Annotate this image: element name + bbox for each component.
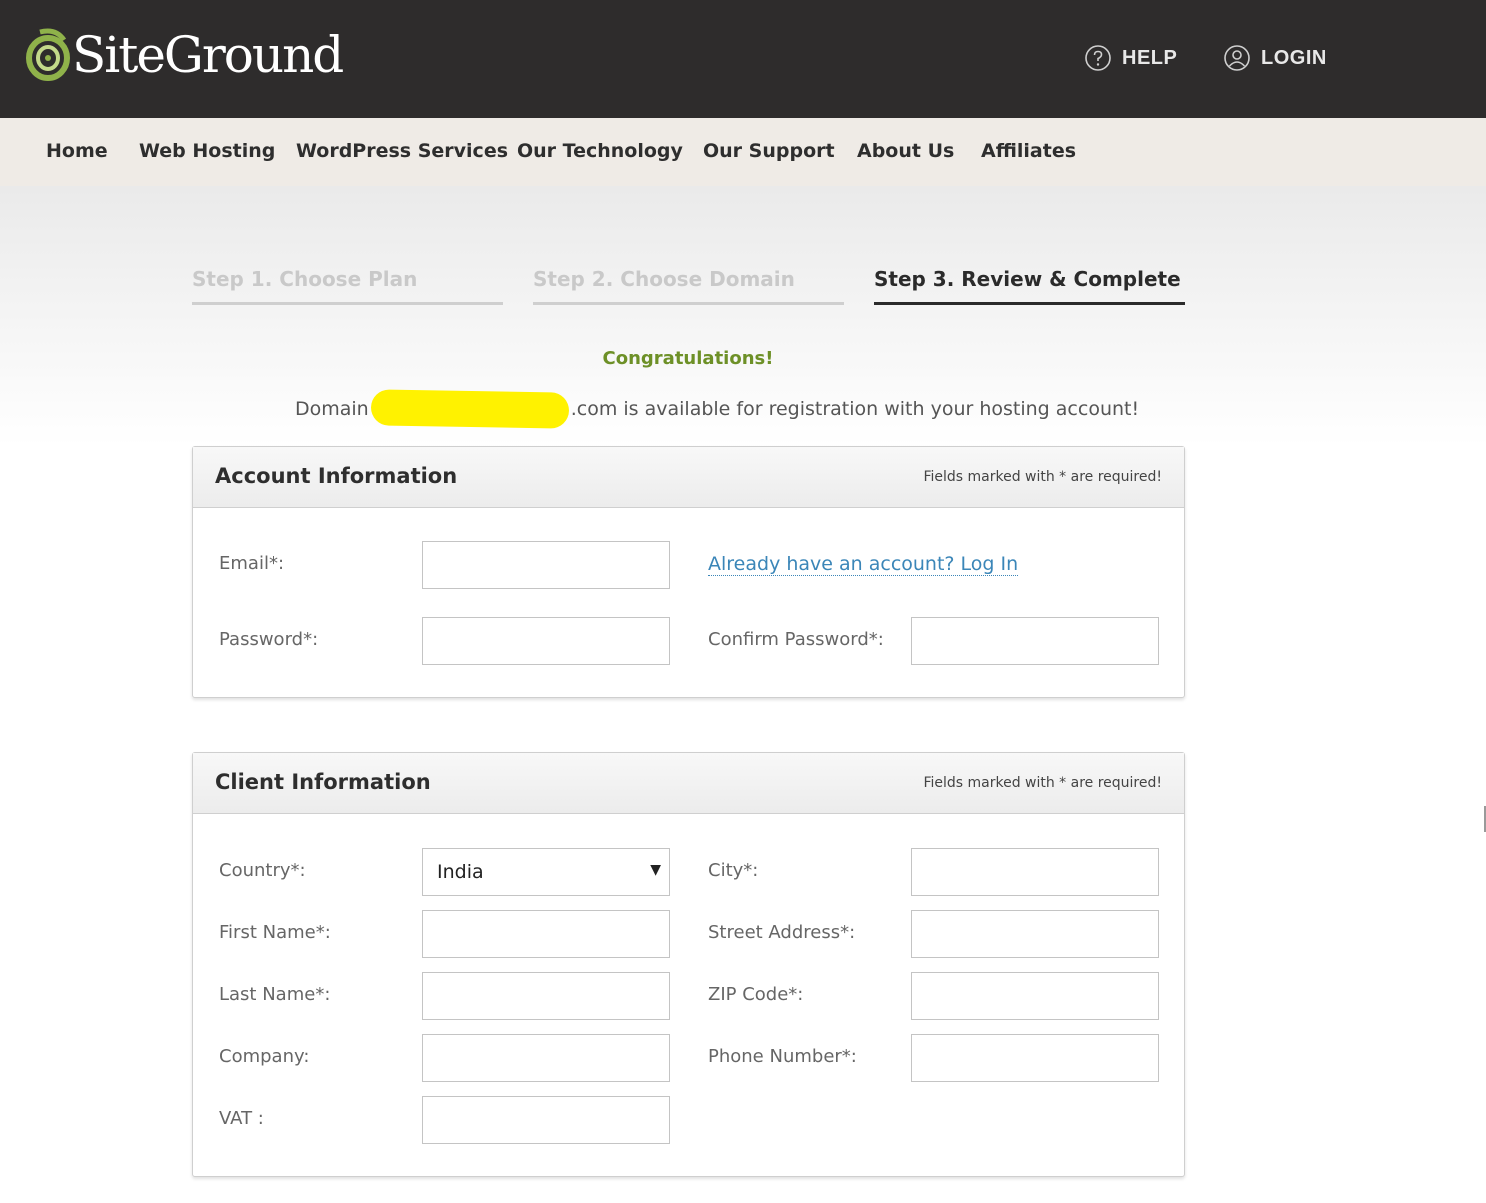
nav-item-about-us[interactable]: About Us — [857, 140, 954, 162]
nav-item-affiliates[interactable]: Affiliates — [981, 140, 1076, 162]
account-information-panel: Account Information Fields marked with *… — [192, 446, 1185, 698]
domain-suffix: .com is available for registration with … — [570, 398, 1140, 420]
first-name-label: First Name*: — [219, 922, 331, 943]
required-note: Fields marked with * are required! — [923, 775, 1162, 791]
nav-item-web-hosting[interactable]: Web Hosting — [139, 140, 275, 162]
first-name-field[interactable] — [422, 910, 670, 958]
panel-header: Account Information Fields marked with *… — [193, 447, 1184, 508]
email-field[interactable] — [422, 541, 670, 589]
zip-code-label: ZIP Code*: — [708, 984, 804, 1005]
last-name-label: Last Name*: — [219, 984, 331, 1005]
panel-title: Client Information — [215, 770, 431, 794]
nav-item-our-technology[interactable]: Our Technology — [517, 140, 683, 162]
domain-prefix: Domain — [295, 398, 369, 420]
nav-item-home[interactable]: Home — [46, 140, 108, 162]
step-choose-plan[interactable]: Step 1. Choose Plan — [192, 267, 503, 305]
required-note: Fields marked with * are required! — [923, 469, 1162, 485]
step-review-complete: Step 3. Review & Complete — [874, 267, 1185, 305]
congrats-heading: Congratulations! — [602, 348, 774, 369]
main-nav: Home Web Hosting WordPress Services Our … — [0, 118, 1486, 186]
street-address-field[interactable] — [911, 910, 1159, 958]
login-label: LOGIN — [1261, 46, 1327, 69]
logo-text: SiteGround — [72, 26, 344, 84]
siteground-logo[interactable]: SiteGround — [26, 26, 344, 84]
confirm-password-label: Confirm Password*: — [708, 629, 884, 650]
phone-number-label: Phone Number*: — [708, 1046, 857, 1067]
login-link[interactable]: LOGIN — [1223, 44, 1327, 72]
phone-number-field[interactable] — [911, 1034, 1159, 1082]
domain-availability-message: Domain .com is available for registratio… — [295, 389, 1140, 429]
step-choose-domain[interactable]: Step 2. Choose Domain — [533, 267, 844, 305]
panel-header: Client Information Fields marked with * … — [193, 753, 1184, 814]
siteground-logo-icon — [26, 28, 70, 81]
country-select[interactable]: India ▼ — [422, 848, 670, 896]
zip-code-field[interactable] — [911, 972, 1159, 1020]
user-icon — [1224, 45, 1250, 71]
password-label: Password*: — [219, 629, 319, 650]
password-field[interactable] — [422, 617, 670, 665]
vat-label: VAT : — [219, 1108, 264, 1129]
city-field[interactable] — [911, 848, 1159, 896]
client-information-panel: Client Information Fields marked with * … — [192, 752, 1185, 1177]
panel-title: Account Information — [215, 464, 458, 488]
redacted-domain — [370, 389, 570, 429]
dropdown-arrow-icon: ▼ — [650, 862, 661, 878]
company-label: Company: — [219, 1046, 310, 1067]
street-address-label: Street Address*: — [708, 922, 856, 943]
company-field[interactable] — [422, 1034, 670, 1082]
help-label: HELP — [1122, 46, 1178, 69]
vat-field[interactable] — [422, 1096, 670, 1144]
last-name-field[interactable] — [422, 972, 670, 1020]
city-label: City*: — [708, 860, 759, 881]
help-icon — [1085, 45, 1111, 71]
country-select-value: India — [437, 861, 484, 883]
nav-item-wordpress-services[interactable]: WordPress Services — [296, 140, 508, 162]
already-have-account-link[interactable]: Already have an account? Log In — [708, 553, 1019, 576]
country-label: Country*: — [219, 860, 306, 881]
confirm-password-field[interactable] — [911, 617, 1159, 665]
nav-item-our-support[interactable]: Our Support — [703, 140, 835, 162]
help-link[interactable]: HELP — [1084, 44, 1177, 72]
top-header: SiteGround HELP LOGIN — [0, 0, 1486, 118]
email-label: Email*: — [219, 553, 285, 574]
